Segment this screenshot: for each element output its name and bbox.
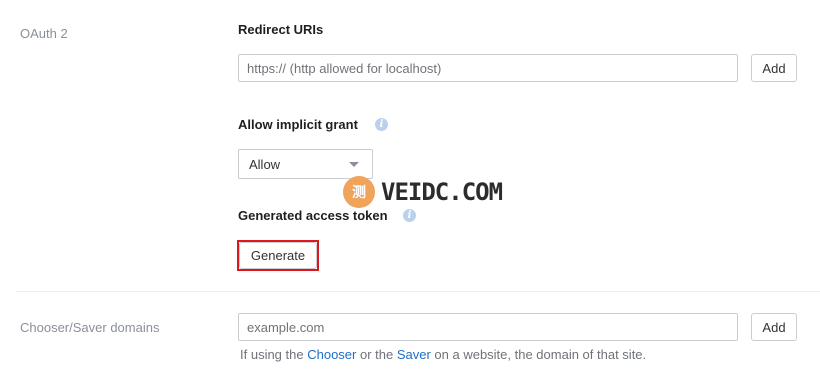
- access-token-title: Generated access token: [238, 208, 388, 223]
- implicit-grant-selected: Allow: [249, 156, 281, 172]
- watermark-badge: 测: [343, 176, 375, 208]
- help-or: or the: [356, 347, 397, 362]
- chooser-add-button[interactable]: Add: [751, 313, 797, 341]
- redirect-uri-input[interactable]: [238, 54, 738, 82]
- help-prefix: If using the: [240, 347, 308, 362]
- redirect-add-button[interactable]: Add: [751, 54, 797, 82]
- chooser-domain-input[interactable]: [238, 313, 738, 341]
- info-icon[interactable]: i: [403, 209, 416, 222]
- chooser-link[interactable]: Chooser: [307, 347, 356, 362]
- info-icon[interactable]: i: [375, 118, 388, 131]
- redirect-uris-title: Redirect URIs: [238, 22, 324, 37]
- implicit-grant-select[interactable]: Allow: [238, 149, 373, 179]
- saver-link[interactable]: Saver: [397, 347, 431, 362]
- help-suffix: on a website, the domain of that site.: [430, 347, 647, 362]
- section-divider: [16, 291, 820, 292]
- chevron-down-icon: [349, 162, 359, 167]
- implicit-grant-title: Allow implicit grant: [238, 117, 358, 132]
- watermark-text: VEIDC.COM: [381, 178, 503, 206]
- chooser-section-label: Chooser/Saver domains: [20, 320, 160, 335]
- watermark: 测 VEIDC.COM: [343, 176, 503, 208]
- oauth-section-label: OAuth 2: [20, 26, 68, 41]
- generate-highlight-box: [237, 240, 319, 271]
- chooser-help-text: If using the Chooser or the Saver on a w…: [240, 347, 646, 362]
